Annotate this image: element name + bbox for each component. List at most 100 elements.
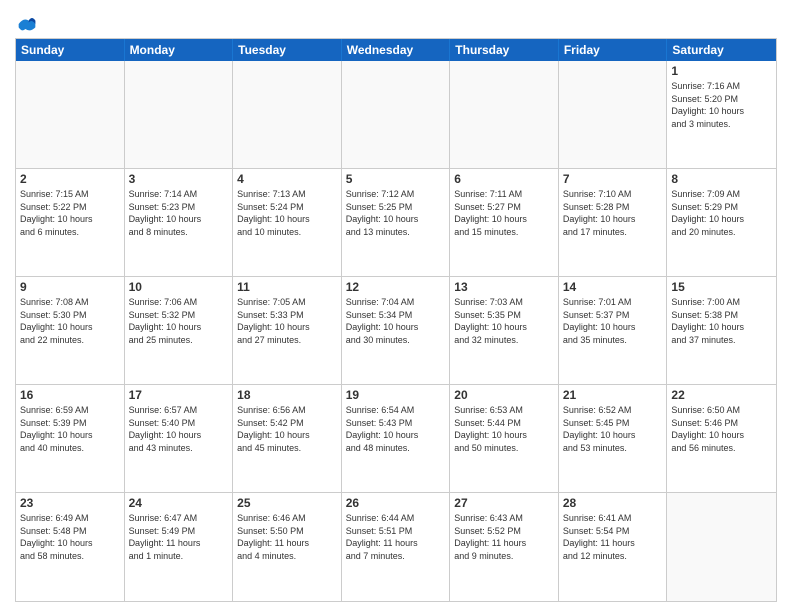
cell-info: Sunrise: 7:14 AM Sunset: 5:23 PM Dayligh… (129, 188, 229, 238)
cal-cell-6: 6 Sunrise: 7:11 AM Sunset: 5:27 PM Daylig… (450, 169, 559, 276)
cell-info: Sunrise: 6:57 AM Sunset: 5:40 PM Dayligh… (129, 404, 229, 454)
cell-info: Sunrise: 7:15 AM Sunset: 5:22 PM Dayligh… (20, 188, 120, 238)
cal-cell-25: 25 Sunrise: 6:46 AM Sunset: 5:50 PM Dayli… (233, 493, 342, 601)
cell-info: Sunrise: 7:05 AM Sunset: 5:33 PM Dayligh… (237, 296, 337, 346)
day-number: 10 (129, 280, 229, 294)
day-number: 26 (346, 496, 446, 510)
day-number: 14 (563, 280, 663, 294)
header-day-monday: Monday (125, 39, 234, 61)
calendar: SundayMondayTuesdayWednesdayThursdayFrid… (15, 38, 777, 602)
cal-cell-15: 15 Sunrise: 7:00 AM Sunset: 5:38 PM Dayli… (667, 277, 776, 384)
cal-cell-21: 21 Sunrise: 6:52 AM Sunset: 5:45 PM Dayli… (559, 385, 668, 492)
day-number: 13 (454, 280, 554, 294)
cell-info: Sunrise: 6:46 AM Sunset: 5:50 PM Dayligh… (237, 512, 337, 562)
cell-info: Sunrise: 7:10 AM Sunset: 5:28 PM Dayligh… (563, 188, 663, 238)
cal-cell-13: 13 Sunrise: 7:03 AM Sunset: 5:35 PM Dayli… (450, 277, 559, 384)
day-number: 11 (237, 280, 337, 294)
cal-cell-2: 2 Sunrise: 7:15 AM Sunset: 5:22 PM Daylig… (16, 169, 125, 276)
cell-info: Sunrise: 7:06 AM Sunset: 5:32 PM Dayligh… (129, 296, 229, 346)
day-number: 21 (563, 388, 663, 402)
cal-cell-8: 8 Sunrise: 7:09 AM Sunset: 5:29 PM Daylig… (667, 169, 776, 276)
day-number: 28 (563, 496, 663, 510)
cell-info: Sunrise: 6:54 AM Sunset: 5:43 PM Dayligh… (346, 404, 446, 454)
day-number: 16 (20, 388, 120, 402)
cal-cell-11: 11 Sunrise: 7:05 AM Sunset: 5:33 PM Dayli… (233, 277, 342, 384)
cal-cell-22: 22 Sunrise: 6:50 AM Sunset: 5:46 PM Dayli… (667, 385, 776, 492)
cal-cell-24: 24 Sunrise: 6:47 AM Sunset: 5:49 PM Dayli… (125, 493, 234, 601)
cell-info: Sunrise: 7:08 AM Sunset: 5:30 PM Dayligh… (20, 296, 120, 346)
cal-cell-17: 17Sunrise: 6:57 AM Sunset: 5:40 PM Dayli… (125, 385, 234, 492)
day-number: 3 (129, 172, 229, 186)
cal-cell-empty-0-0 (16, 61, 125, 168)
cell-info: Sunrise: 6:53 AM Sunset: 5:44 PM Dayligh… (454, 404, 554, 454)
day-number: 24 (129, 496, 229, 510)
cal-cell-7: 7Sunrise: 7:10 AM Sunset: 5:28 PM Daylig… (559, 169, 668, 276)
logo-icon (17, 14, 37, 34)
cal-cell-3: 3 Sunrise: 7:14 AM Sunset: 5:23 PM Daylig… (125, 169, 234, 276)
cell-info: Sunrise: 7:00 AM Sunset: 5:38 PM Dayligh… (671, 296, 772, 346)
header-day-wednesday: Wednesday (342, 39, 451, 61)
cal-cell-19: 19 Sunrise: 6:54 AM Sunset: 5:43 PM Dayli… (342, 385, 451, 492)
cell-info: Sunrise: 7:16 AM Sunset: 5:20 PM Dayligh… (671, 80, 772, 130)
cal-cell-4: 4 Sunrise: 7:13 AM Sunset: 5:24 PM Daylig… (233, 169, 342, 276)
cal-cell-26: 26 Sunrise: 6:44 AM Sunset: 5:51 PM Dayli… (342, 493, 451, 601)
day-number: 19 (346, 388, 446, 402)
day-number: 18 (237, 388, 337, 402)
day-number: 20 (454, 388, 554, 402)
cal-cell-empty-0-3 (342, 61, 451, 168)
cal-cell-9: 9Sunrise: 7:08 AM Sunset: 5:30 PM Daylig… (16, 277, 125, 384)
calendar-body: 1 Sunrise: 7:16 AM Sunset: 5:20 PM Daylig… (16, 61, 776, 601)
day-number: 15 (671, 280, 772, 294)
cell-info: Sunrise: 7:09 AM Sunset: 5:29 PM Dayligh… (671, 188, 772, 238)
calendar-header: SundayMondayTuesdayWednesdayThursdayFrid… (16, 39, 776, 61)
day-number: 22 (671, 388, 772, 402)
day-number: 23 (20, 496, 120, 510)
header-day-thursday: Thursday (450, 39, 559, 61)
cell-info: Sunrise: 6:50 AM Sunset: 5:46 PM Dayligh… (671, 404, 772, 454)
day-number: 5 (346, 172, 446, 186)
cal-cell-18: 18 Sunrise: 6:56 AM Sunset: 5:42 PM Dayli… (233, 385, 342, 492)
day-number: 1 (671, 64, 772, 78)
week-row-3: 9Sunrise: 7:08 AM Sunset: 5:30 PM Daylig… (16, 277, 776, 385)
cell-info: Sunrise: 6:52 AM Sunset: 5:45 PM Dayligh… (563, 404, 663, 454)
cal-cell-empty-0-4 (450, 61, 559, 168)
day-number: 2 (20, 172, 120, 186)
cal-cell-10: 10 Sunrise: 7:06 AM Sunset: 5:32 PM Dayli… (125, 277, 234, 384)
cell-info: Sunrise: 6:44 AM Sunset: 5:51 PM Dayligh… (346, 512, 446, 562)
cal-cell-23: 23 Sunrise: 6:49 AM Sunset: 5:48 PM Dayli… (16, 493, 125, 601)
day-number: 8 (671, 172, 772, 186)
cell-info: Sunrise: 6:43 AM Sunset: 5:52 PM Dayligh… (454, 512, 554, 562)
cell-info: Sunrise: 6:47 AM Sunset: 5:49 PM Dayligh… (129, 512, 229, 562)
day-number: 25 (237, 496, 337, 510)
header-day-tuesday: Tuesday (233, 39, 342, 61)
week-row-4: 16 Sunrise: 6:59 AM Sunset: 5:39 PM Dayli… (16, 385, 776, 493)
header-day-friday: Friday (559, 39, 668, 61)
cell-info: Sunrise: 7:11 AM Sunset: 5:27 PM Dayligh… (454, 188, 554, 238)
cal-cell-empty-0-2 (233, 61, 342, 168)
logo (15, 14, 37, 30)
cal-cell-5: 5 Sunrise: 7:12 AM Sunset: 5:25 PM Daylig… (342, 169, 451, 276)
cell-info: Sunrise: 7:13 AM Sunset: 5:24 PM Dayligh… (237, 188, 337, 238)
page: SundayMondayTuesdayWednesdayThursdayFrid… (0, 0, 792, 612)
cal-cell-empty-0-1 (125, 61, 234, 168)
cal-cell-12: 12Sunrise: 7:04 AM Sunset: 5:34 PM Dayli… (342, 277, 451, 384)
cal-cell-empty-0-5 (559, 61, 668, 168)
cell-info: Sunrise: 7:01 AM Sunset: 5:37 PM Dayligh… (563, 296, 663, 346)
day-number: 27 (454, 496, 554, 510)
cal-cell-27: 27 Sunrise: 6:43 AM Sunset: 5:52 PM Dayli… (450, 493, 559, 601)
header-day-sunday: Sunday (16, 39, 125, 61)
day-number: 4 (237, 172, 337, 186)
cal-cell-1: 1 Sunrise: 7:16 AM Sunset: 5:20 PM Daylig… (667, 61, 776, 168)
cell-info: Sunrise: 7:12 AM Sunset: 5:25 PM Dayligh… (346, 188, 446, 238)
cell-info: Sunrise: 6:59 AM Sunset: 5:39 PM Dayligh… (20, 404, 120, 454)
day-number: 6 (454, 172, 554, 186)
cal-cell-16: 16 Sunrise: 6:59 AM Sunset: 5:39 PM Dayli… (16, 385, 125, 492)
cell-info: Sunrise: 7:04 AM Sunset: 5:34 PM Dayligh… (346, 296, 446, 346)
cal-cell-14: 14 Sunrise: 7:01 AM Sunset: 5:37 PM Dayli… (559, 277, 668, 384)
cell-info: Sunrise: 6:56 AM Sunset: 5:42 PM Dayligh… (237, 404, 337, 454)
cal-cell-28: 28 Sunrise: 6:41 AM Sunset: 5:54 PM Dayli… (559, 493, 668, 601)
cell-info: Sunrise: 6:41 AM Sunset: 5:54 PM Dayligh… (563, 512, 663, 562)
cell-info: Sunrise: 7:03 AM Sunset: 5:35 PM Dayligh… (454, 296, 554, 346)
header (15, 10, 777, 30)
cell-info: Sunrise: 6:49 AM Sunset: 5:48 PM Dayligh… (20, 512, 120, 562)
